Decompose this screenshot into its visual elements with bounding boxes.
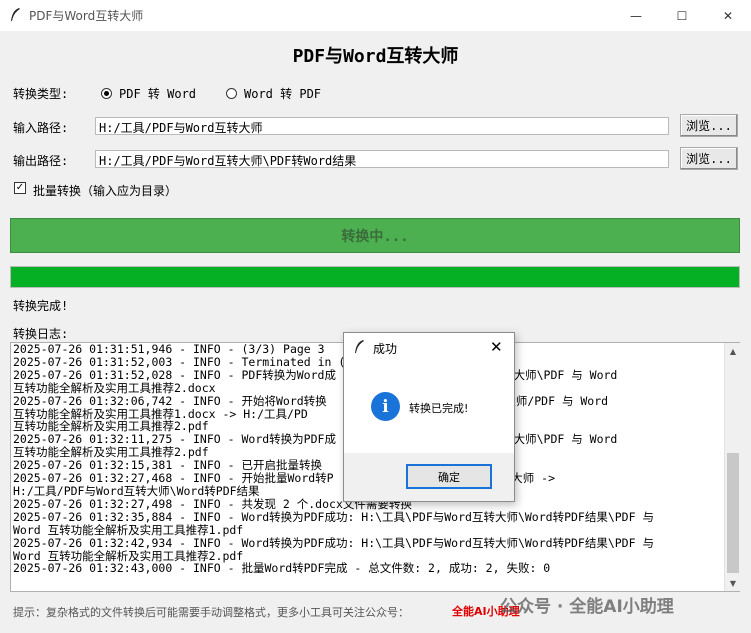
radio-pdf-to-word-label: PDF 转 Word [119,87,197,101]
input-path-label: 输入路径: [13,121,69,135]
ok-button[interactable]: 确定 [406,464,492,489]
batch-label: 批量转换（输入应为目录） [33,184,178,198]
dialog-body: i 转换已完成! [344,361,514,453]
scroll-up-arrow-icon[interactable]: ▲ [725,343,741,359]
convert-type-label: 转换类型: [13,87,69,101]
radio-word-to-pdf[interactable]: Word 转 PDF [226,85,321,102]
minimize-button[interactable]: — [613,0,659,31]
radio-pdf-to-word[interactable]: PDF 转 Word [101,85,196,102]
dialog-close-icon[interactable]: ✕ [490,338,503,356]
radio-word-to-pdf-indicator[interactable] [226,88,237,99]
radio-pdf-to-word-indicator[interactable] [101,88,112,99]
scroll-thumb[interactable] [727,453,739,573]
app-heading: PDF与Word互转大师 [292,46,459,67]
log-scrollbar[interactable]: ▲ ▼ [724,343,740,591]
window-titlebar: PDF与Word互转大师 — ☐ ✕ [0,0,751,31]
info-icon: i [371,392,400,421]
footer-note: 提示：复杂格式的文件转换后可能需要手动调整格式，更多小工具可关注公众号： [13,606,409,619]
output-path-field[interactable]: H:/工具/PDF与Word互转大师\PDF转Word结果 [95,150,669,168]
progress-bar [10,266,740,288]
input-path-field[interactable]: H:/工具/PDF与Word互转大师 [95,117,669,135]
feather-icon [11,8,20,21]
window-title: PDF与Word互转大师 [29,9,144,23]
output-browse-button[interactable]: 浏览... [680,147,738,170]
status-text: 转换完成! [13,299,69,313]
radio-word-to-pdf-label: Word 转 PDF [244,87,322,101]
input-browse-button[interactable]: 浏览... [680,114,738,137]
feather-icon [355,340,364,353]
progress-fill [11,267,739,287]
check-icon: ✓ [15,182,25,193]
success-dialog: 成功 ✕ i 转换已完成! 确定 [343,332,515,502]
log-label: 转换日志: [13,327,69,341]
dialog-titlebar: 成功 ✕ [344,333,514,361]
dialog-title: 成功 [373,342,398,356]
dialog-message: 转换已完成! [409,402,469,415]
scroll-down-arrow-icon[interactable]: ▼ [725,575,741,591]
watermark: 公众号 · 全能AI小助理 [500,597,674,617]
batch-checkbox[interactable]: ✓ [14,182,26,194]
close-button[interactable]: ✕ [705,0,751,31]
output-path-label: 输出路径: [13,154,69,168]
maximize-button[interactable]: ☐ [659,0,705,31]
convert-button[interactable]: 转换中... [10,218,740,253]
